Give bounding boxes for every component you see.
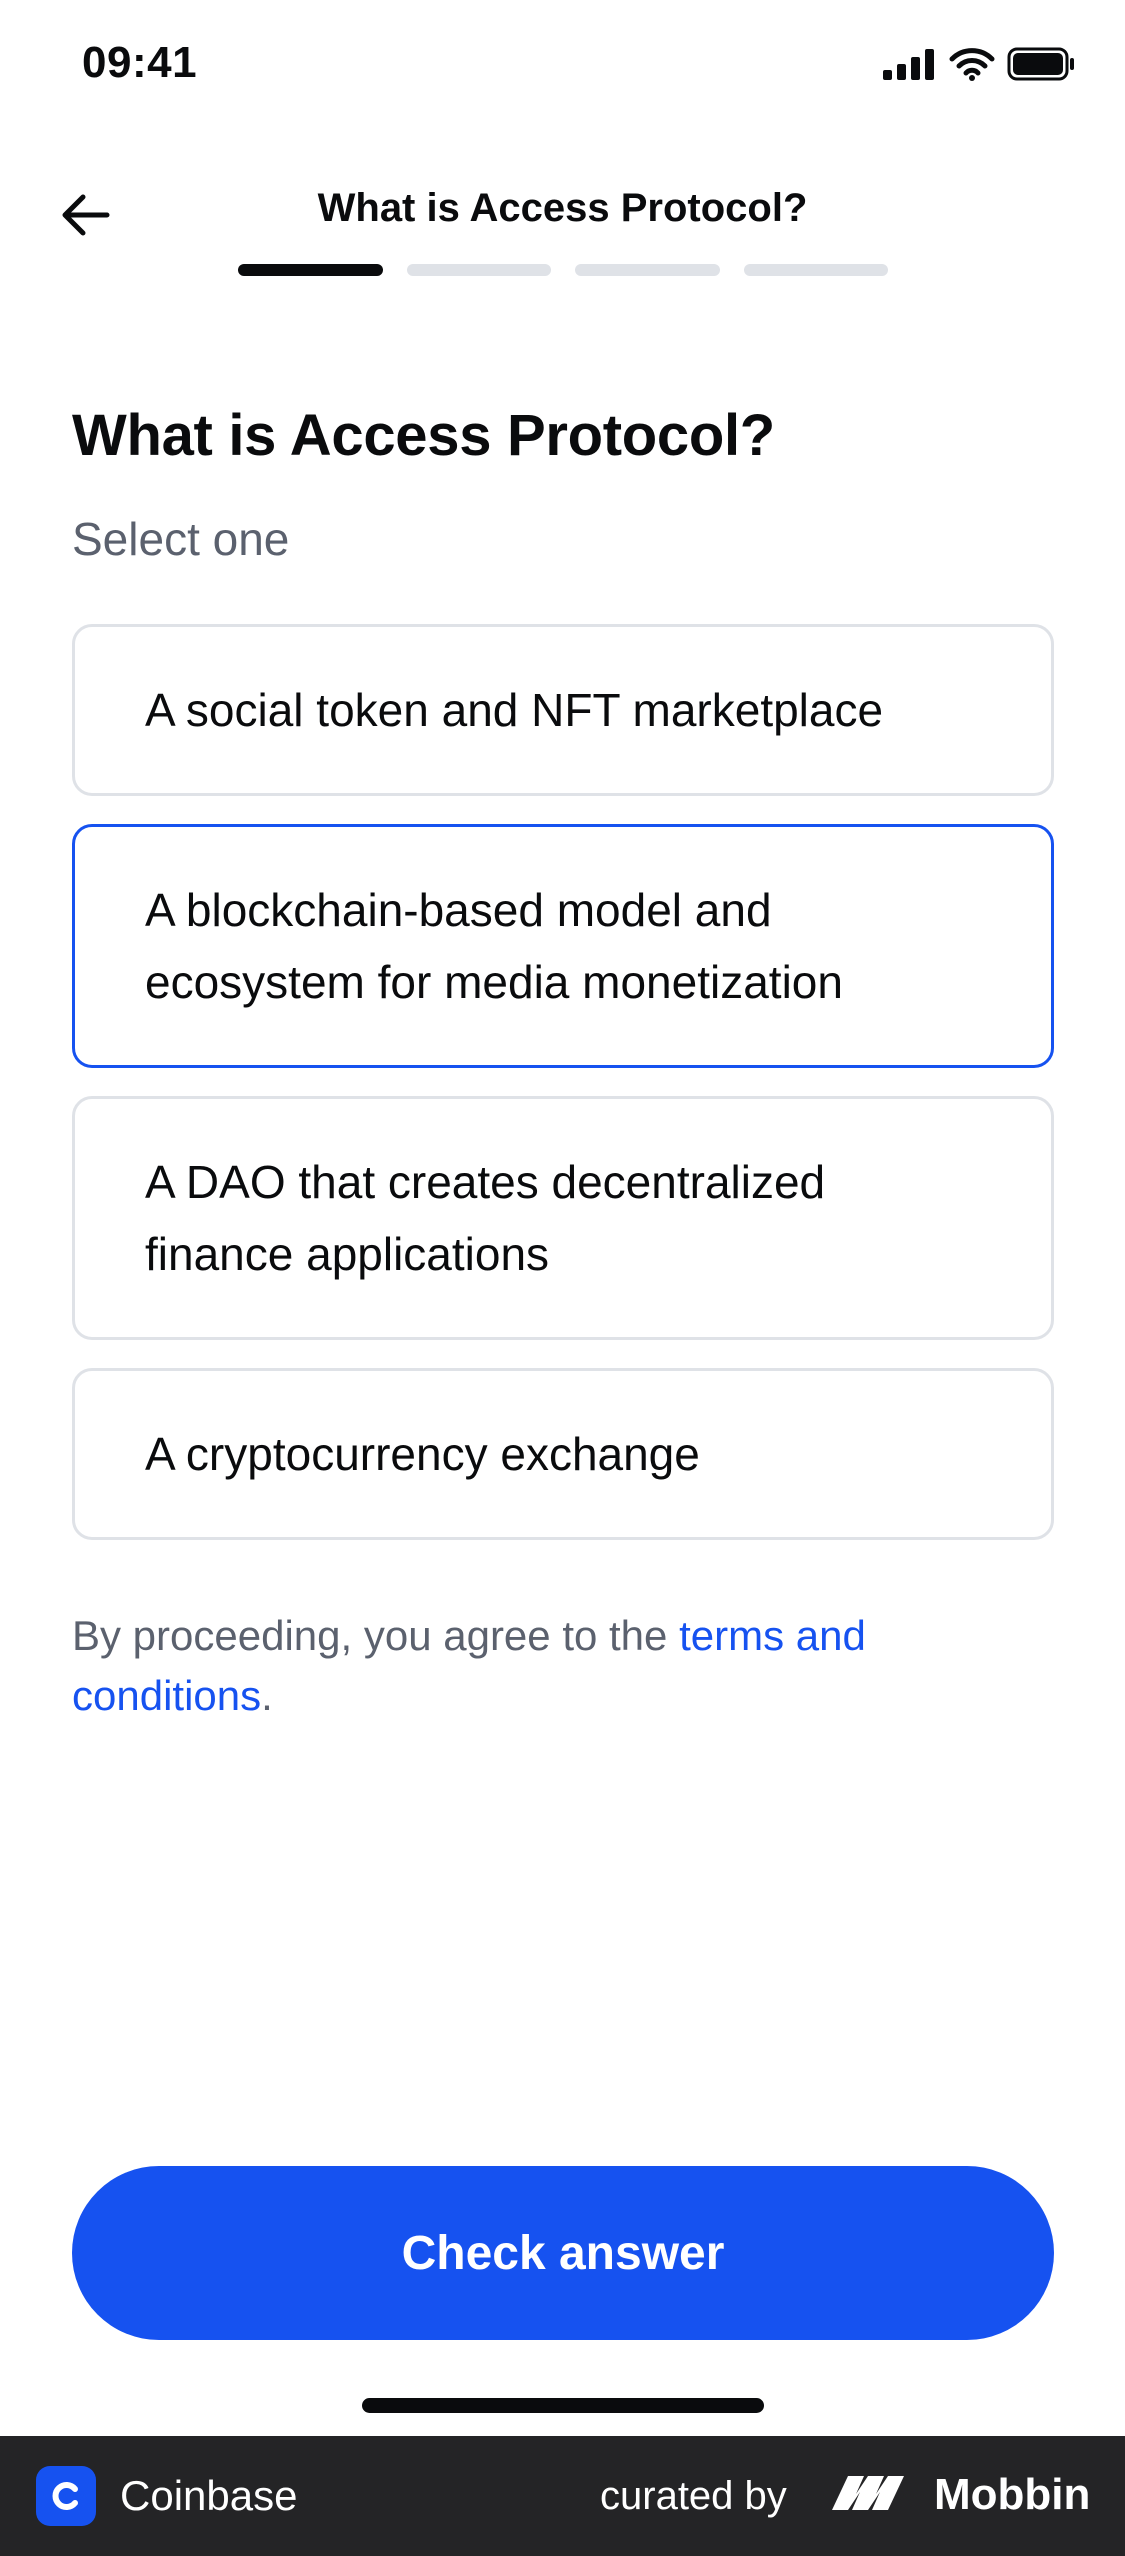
answer-option-label: A DAO that creates decentralized finance… [145, 1156, 826, 1280]
status-icons [883, 46, 1077, 86]
answer-option-label: A blockchain-based model and ecosystem f… [145, 884, 843, 1008]
terms-suffix: . [261, 1672, 273, 1719]
status-time: 09:41 [82, 38, 198, 87]
answer-option-label: A cryptocurrency exchange [145, 1428, 700, 1480]
progress-indicator [238, 264, 888, 276]
footer-app-name: Coinbase [120, 2472, 298, 2519]
terms-notice: By proceeding, you agree to the terms an… [72, 1606, 1054, 1726]
answer-option-2[interactable]: A blockchain-based model and ecosystem f… [72, 824, 1054, 1068]
header: What is Access Protocol? [0, 170, 1125, 290]
check-answer-button[interactable]: Check answer [72, 2166, 1054, 2340]
question-subtitle: Select one [72, 513, 290, 565]
footer-brand: Mobbin [934, 2470, 1091, 2519]
answer-options: A social token and NFT marketplace A blo… [72, 624, 1054, 1568]
cellular-signal-icon [883, 48, 937, 85]
footer-bar: Coinbase curated by Mobbin [0, 2436, 1125, 2556]
question-title: What is Access Protocol? [72, 403, 775, 468]
status-bar: 09:41 [0, 0, 1125, 130]
answer-option-3[interactable]: A DAO that creates decentralized finance… [72, 1096, 1054, 1340]
coinbase-logo-icon [36, 2466, 96, 2526]
terms-prefix: By proceeding, you agree to the [72, 1612, 680, 1659]
home-indicator [362, 2398, 764, 2413]
header-title: What is Access Protocol? [317, 186, 808, 230]
mobbin-logo-icon [830, 2470, 920, 2519]
battery-icon [1007, 47, 1077, 86]
progress-step-2 [406, 264, 551, 276]
progress-step-3 [575, 264, 720, 276]
answer-option-1[interactable]: A social token and NFT marketplace [72, 624, 1054, 796]
answer-option-label: A social token and NFT marketplace [145, 684, 884, 736]
progress-step-4 [743, 264, 888, 276]
wifi-icon [949, 47, 995, 86]
progress-step-1 [238, 264, 383, 276]
answer-option-4[interactable]: A cryptocurrency exchange [72, 1368, 1054, 1540]
footer-curated-by: curated by [600, 2474, 787, 2518]
